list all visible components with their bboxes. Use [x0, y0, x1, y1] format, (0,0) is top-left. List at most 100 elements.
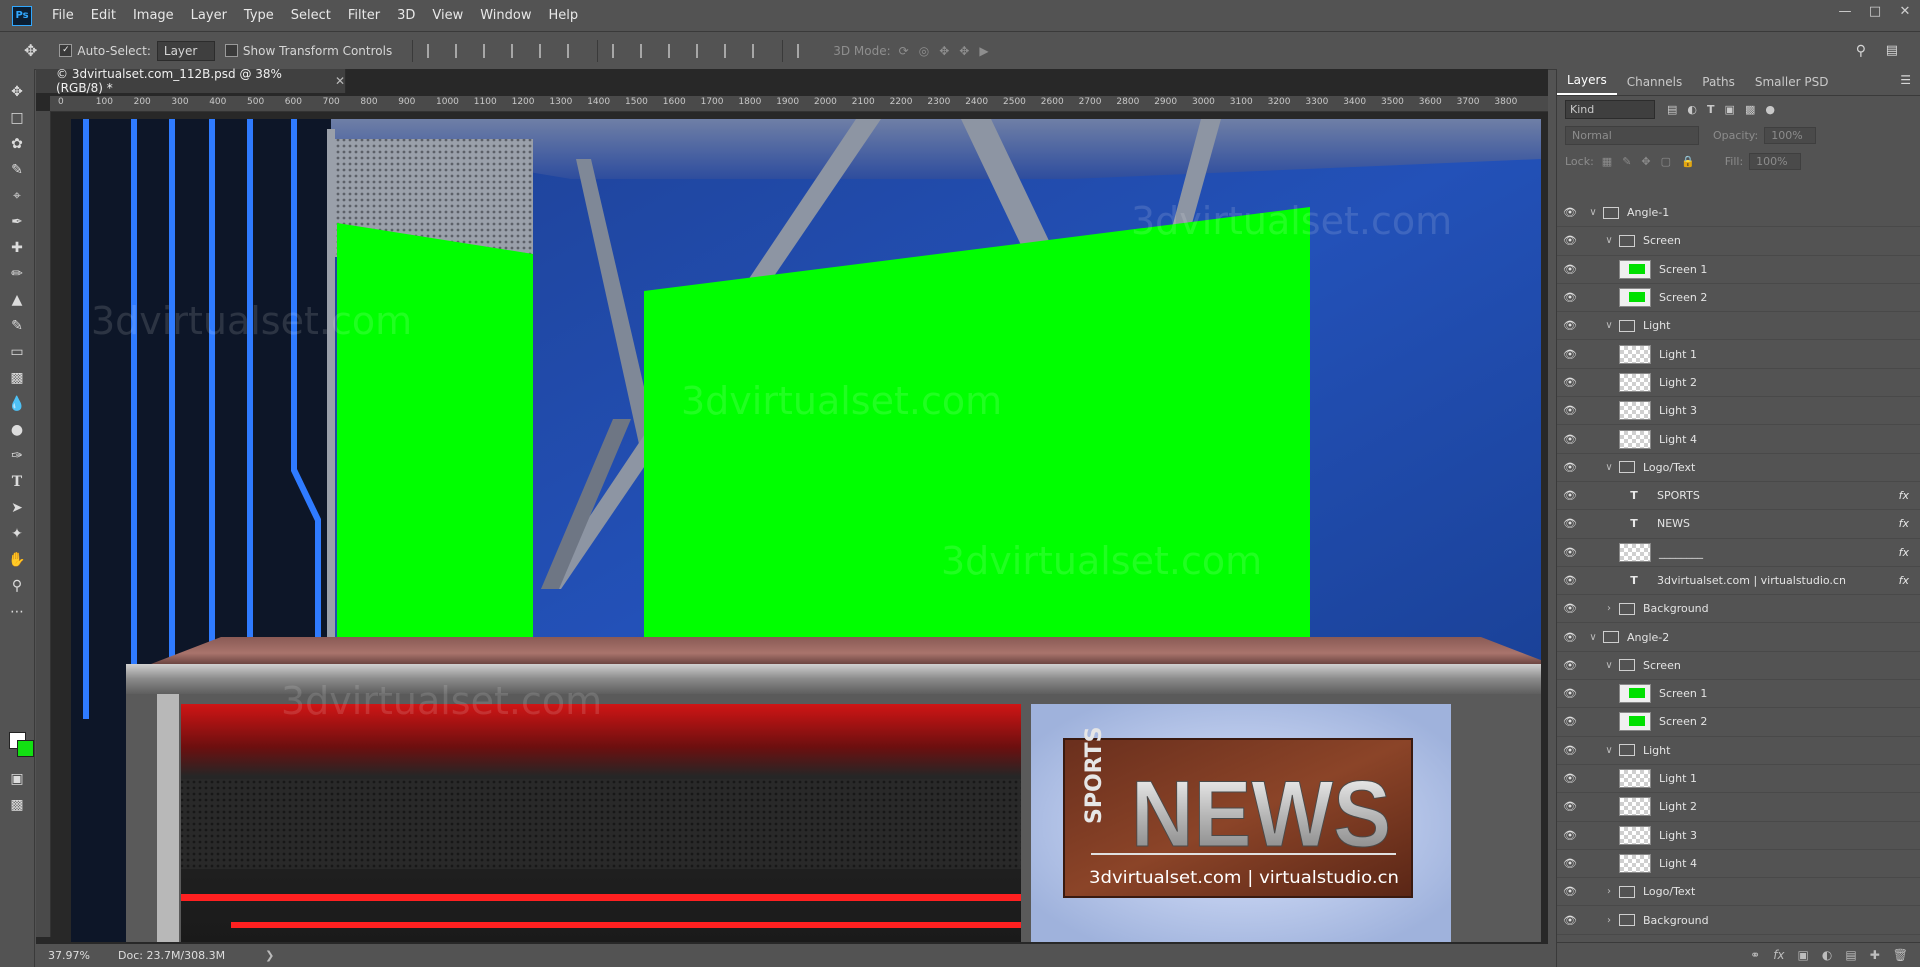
layer-row[interactable]: 👁 Light 2 [1557, 793, 1920, 822]
visibility-eye-icon[interactable]: 👁 [1557, 574, 1583, 587]
layer-row[interactable]: 👁 Light 1 [1557, 765, 1920, 794]
gradient-tool-icon[interactable]: ▩ [0, 365, 34, 391]
layer-row[interactable]: 👁 ∨ Angle-2 [1557, 623, 1920, 652]
visibility-eye-icon[interactable]: 👁 [1557, 687, 1583, 700]
quick-select-tool-icon[interactable]: ✎ [0, 157, 34, 183]
menu-item-view[interactable]: View [432, 8, 463, 23]
distribute-hcenter-icon[interactable] [724, 43, 740, 58]
layer-effects-icon[interactable]: fx [1899, 574, 1909, 587]
layer-row[interactable]: 👁 ∨ Light [1557, 737, 1920, 765]
menu-item-image[interactable]: Image [133, 8, 174, 23]
3d-slide-icon[interactable]: ✥ [959, 44, 969, 58]
blur-tool-icon[interactable]: 💧 [0, 391, 34, 417]
close-tab-icon[interactable]: ✕ [335, 74, 345, 88]
layer-row[interactable]: 👁 ∨ Screen [1557, 652, 1920, 681]
menu-item-help[interactable]: Help [549, 8, 579, 23]
chevron-right-icon[interactable]: › [1603, 603, 1615, 614]
canvas[interactable]: SPORTS NEWS 3dvirtualset.com | virtualst… [71, 119, 1541, 942]
visibility-eye-icon[interactable]: 👁 [1557, 744, 1583, 757]
filter-adjustment-icon[interactable]: ◐ [1687, 103, 1697, 116]
layer-row[interactable]: 👁 Light 1 [1557, 340, 1920, 369]
align-bottom-icon[interactable] [483, 43, 499, 58]
visibility-eye-icon[interactable]: 👁 [1557, 659, 1583, 672]
brush-tool-icon[interactable]: ✏ [0, 261, 34, 287]
3d-rotate-icon[interactable]: ⟳ [899, 44, 909, 58]
visibility-eye-icon[interactable]: 👁 [1557, 319, 1583, 332]
delete-layer-icon[interactable]: 🗑 [1893, 948, 1908, 962]
menu-item-filter[interactable]: Filter [348, 8, 380, 23]
link-layers-icon[interactable]: ⚭ [1750, 948, 1760, 962]
move-tool-icon[interactable]: ✥ [24, 41, 37, 60]
layer-row[interactable]: 👁 ________ fx [1557, 539, 1920, 567]
lock-all-icon[interactable]: 🔒 [1681, 155, 1695, 168]
search-icon[interactable]: ⚲ [1856, 43, 1866, 59]
chevron-down-icon[interactable]: ∨ [1587, 207, 1599, 218]
chevron-down-icon[interactable]: ∨ [1587, 632, 1599, 643]
maximize-icon[interactable]: □ [1860, 0, 1890, 22]
visibility-eye-icon[interactable]: 👁 [1557, 404, 1583, 417]
panel-tab-channels[interactable]: Channels [1617, 75, 1693, 95]
menu-item-3d[interactable]: 3D [397, 8, 415, 23]
menu-item-select[interactable]: Select [291, 8, 331, 23]
lock-paint-icon[interactable]: ✎ [1622, 155, 1631, 168]
visibility-eye-icon[interactable]: 👁 [1557, 461, 1583, 474]
layer-row[interactable]: 👁 › Logo/Text [1557, 878, 1920, 907]
lasso-tool-icon[interactable]: ✿ [0, 131, 34, 157]
filter-smart-icon[interactable]: ▩ [1745, 103, 1755, 116]
menu-item-window[interactable]: Window [480, 8, 531, 23]
layer-row[interactable]: 👁 T SPORTS fx [1557, 482, 1920, 511]
visibility-eye-icon[interactable]: 👁 [1557, 206, 1583, 219]
eyedropper-tool-icon[interactable]: ✒ [0, 209, 34, 235]
3d-roll-icon[interactable]: ◎ [919, 44, 929, 58]
distribute-top-icon[interactable] [612, 43, 628, 58]
visibility-eye-icon[interactable]: 👁 [1557, 433, 1583, 446]
crop-tool-icon[interactable]: ⌖ [0, 183, 34, 209]
panel-menu-icon[interactable]: ☰ [1900, 73, 1911, 87]
dodge-tool-icon[interactable]: ● [0, 417, 34, 443]
visibility-eye-icon[interactable]: 👁 [1557, 914, 1583, 927]
new-layer-icon[interactable]: ✚ [1870, 948, 1880, 962]
layer-effects-icon[interactable]: fx [1899, 517, 1909, 530]
layer-row[interactable]: 👁 Light 4 [1557, 850, 1920, 879]
adjustment-layer-icon[interactable]: ◐ [1822, 948, 1832, 962]
distribute-bottom-icon[interactable] [668, 43, 684, 58]
visibility-eye-icon[interactable]: 👁 [1557, 291, 1583, 304]
marquee-tool-icon[interactable]: □ [0, 105, 34, 131]
auto-select-checkbox[interactable]: ✓ [59, 44, 73, 57]
quick-mask-icon[interactable]: ▣ [0, 766, 34, 792]
history-brush-icon[interactable]: ✎ [0, 313, 34, 339]
status-menu-icon[interactable]: ❯ [265, 949, 274, 962]
visibility-eye-icon[interactable]: 👁 [1557, 715, 1583, 728]
3d-pan-icon[interactable]: ✥ [939, 44, 949, 58]
close-icon[interactable]: ✕ [1890, 0, 1920, 22]
layer-row[interactable]: 👁 ∨ Screen [1557, 227, 1920, 256]
type-tool-icon[interactable]: T [0, 469, 34, 495]
align-vcenter-icon[interactable] [455, 43, 471, 58]
menu-item-edit[interactable]: Edit [91, 8, 116, 23]
visibility-eye-icon[interactable]: 👁 [1557, 800, 1583, 813]
layer-row[interactable]: 👁 Screen 1 [1557, 256, 1920, 284]
layer-effects-icon[interactable]: fx [1899, 546, 1909, 559]
3d-scale-icon[interactable]: ▶ [979, 44, 988, 58]
doc-size-info[interactable]: Doc: 23.7M/308.3M [118, 949, 225, 962]
visibility-eye-icon[interactable]: 👁 [1557, 517, 1583, 530]
layer-row[interactable]: 👁 › Background [1557, 906, 1920, 935]
align-right-icon[interactable] [567, 43, 583, 58]
distribute-right-icon[interactable] [752, 43, 768, 58]
distribute-vcenter-icon[interactable] [640, 43, 656, 58]
visibility-eye-icon[interactable]: 👁 [1557, 631, 1583, 644]
chevron-right-icon[interactable]: › [1603, 915, 1615, 926]
layer-effects-icon[interactable]: fx [1899, 489, 1909, 502]
layer-row[interactable]: 👁 › Background [1557, 595, 1920, 624]
visibility-eye-icon[interactable]: 👁 [1557, 263, 1583, 276]
layer-row[interactable]: 👁 Light 2 [1557, 369, 1920, 398]
show-transform-checkbox[interactable] [224, 44, 238, 57]
more-tools-icon[interactable]: ⋯ [0, 599, 34, 625]
filter-pixel-icon[interactable]: ▤ [1667, 103, 1677, 116]
visibility-eye-icon[interactable]: 👁 [1557, 376, 1583, 389]
layer-row[interactable]: 👁 T 3dvirtualset.com | virtualstudio.cn fx [1557, 567, 1920, 596]
workspace-icon[interactable]: ▤ [1886, 43, 1898, 58]
new-group-icon[interactable]: ▤ [1845, 948, 1856, 962]
visibility-eye-icon[interactable]: 👁 [1557, 602, 1583, 615]
layer-row[interactable]: 👁 T NEWS fx [1557, 510, 1920, 539]
